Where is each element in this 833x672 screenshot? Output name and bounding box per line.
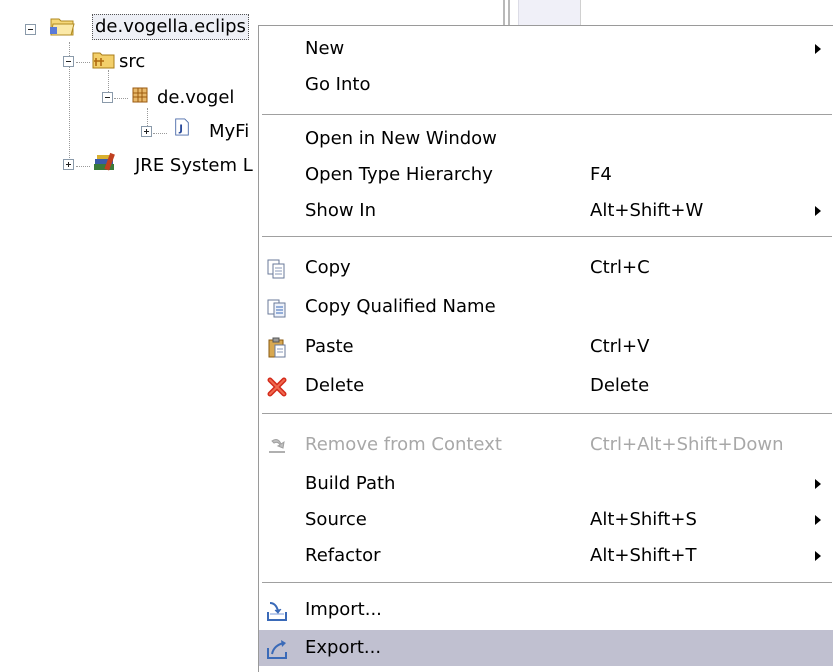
remove-context-icon — [269, 439, 285, 453]
menu-item-go-into[interactable]: Go Into — [259, 67, 833, 103]
menu-item-label: New — [305, 38, 345, 59]
package-icon — [132, 87, 148, 103]
submenu-arrow-icon — [815, 44, 821, 54]
tree-connector — [76, 62, 90, 63]
copy-qualified-name-icon — [267, 299, 286, 318]
context-menu: New Go Into Open in New Window Open Type… — [258, 25, 833, 672]
submenu-arrow-icon — [815, 479, 821, 489]
menu-item-open-type-hierarchy[interactable]: Open Type Hierarchy F4 — [259, 157, 833, 193]
import-icon — [267, 602, 287, 621]
menu-item-shortcut: Alt+Shift+W — [590, 200, 704, 221]
menu-item-label: Export... — [305, 637, 382, 658]
submenu-arrow-icon — [815, 206, 821, 216]
menu-item-label: Open in New Window — [305, 128, 497, 149]
menu-item-delete[interactable]: Delete Delete — [259, 368, 833, 404]
menu-item-shortcut: Ctrl+Alt+Shift+Down — [590, 434, 784, 455]
collapse-toggle[interactable] — [63, 56, 74, 67]
expand-toggle[interactable] — [63, 159, 74, 170]
tree-connector — [114, 98, 128, 99]
collapse-toggle[interactable] — [25, 24, 36, 35]
menu-item-copy-qualified-name[interactable]: Copy Qualified Name — [259, 289, 833, 325]
menu-item-label: Open Type Hierarchy — [305, 164, 493, 185]
menu-item-shortcut: Ctrl+V — [590, 336, 650, 357]
menu-separator — [262, 114, 832, 116]
submenu-arrow-icon — [815, 551, 821, 561]
copy-icon — [267, 259, 285, 279]
menu-item-label: Build Path — [305, 473, 396, 494]
menu-item-label: Go Into — [305, 74, 371, 95]
export-icon — [267, 640, 287, 659]
delete-icon — [267, 377, 287, 397]
project-folder-icon — [50, 18, 75, 36]
menu-item-label: Paste — [305, 336, 354, 357]
menu-item-label: Import... — [305, 599, 382, 620]
collapse-toggle[interactable] — [102, 92, 113, 103]
menu-item-shortcut: Ctrl+C — [590, 257, 650, 278]
tree-item-jre-library[interactable]: JRE System L — [135, 154, 253, 178]
menu-item-source[interactable]: Source Alt+Shift+S — [259, 502, 833, 538]
menu-item-shortcut: Delete — [590, 375, 650, 396]
tree-item-java-file[interactable]: MyFi — [209, 120, 249, 144]
menu-item-label: Copy Qualified Name — [305, 296, 496, 317]
menu-item-remove-from-context[interactable]: Remove from Context Ctrl+Alt+Shift+Down — [259, 427, 833, 463]
java-file-icon: J — [175, 118, 189, 136]
tree-item-package[interactable]: de.vogel — [157, 86, 234, 110]
menu-item-show-in[interactable]: Show In Alt+Shift+W — [259, 193, 833, 229]
submenu-arrow-icon — [815, 515, 821, 525]
menu-item-paste[interactable]: Paste Ctrl+V — [259, 329, 833, 365]
menu-item-label: Refactor — [305, 545, 381, 566]
menu-item-label: Copy — [305, 257, 351, 278]
expand-toggle[interactable] — [141, 126, 152, 137]
menu-item-open-in-new-window[interactable]: Open in New Window — [259, 121, 833, 157]
menu-item-label: Remove from Context — [305, 434, 502, 455]
menu-item-label: Delete — [305, 375, 365, 396]
menu-item-export[interactable]: Export... — [259, 630, 833, 666]
menu-item-label: Source — [305, 509, 367, 530]
menu-item-new[interactable]: New — [259, 31, 833, 67]
library-icon — [94, 152, 115, 171]
tree-connector — [153, 133, 167, 134]
menu-separator — [262, 582, 832, 584]
tree-item-src[interactable]: src — [119, 50, 145, 74]
source-folder-icon — [92, 52, 115, 69]
tree-root-project[interactable]: de.vogella.eclips — [92, 14, 249, 40]
menu-separator — [262, 236, 832, 238]
tree-connector — [76, 166, 90, 167]
menu-item-refactor[interactable]: Refactor Alt+Shift+T — [259, 538, 833, 574]
menu-item-build-path[interactable]: Build Path — [259, 466, 833, 502]
menu-item-import[interactable]: Import... — [259, 592, 833, 628]
paste-icon — [268, 337, 286, 358]
menu-item-copy[interactable]: Copy Ctrl+C — [259, 250, 833, 286]
svg-text:J: J — [178, 124, 183, 135]
menu-item-label: Show In — [305, 200, 377, 221]
menu-item-shortcut: F4 — [590, 164, 612, 185]
menu-separator — [262, 413, 832, 415]
menu-item-shortcut: Alt+Shift+T — [590, 545, 697, 566]
menu-item-shortcut: Alt+Shift+S — [590, 509, 697, 530]
